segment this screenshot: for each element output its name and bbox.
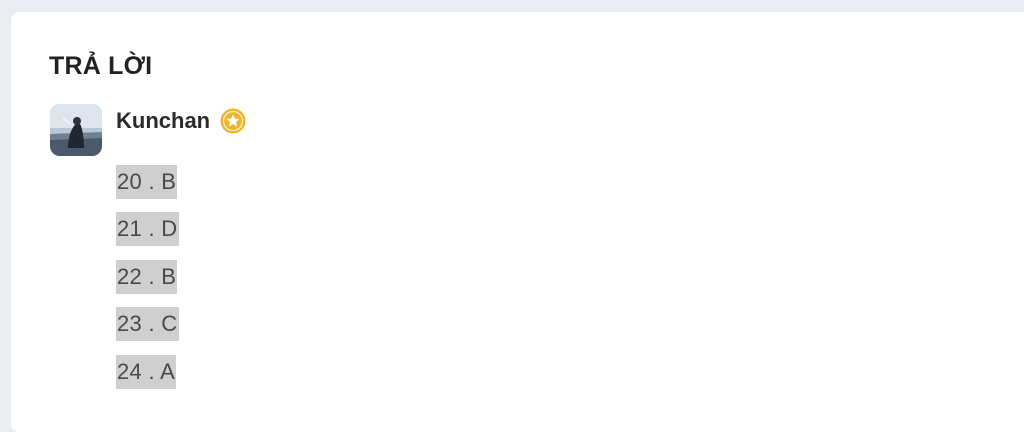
- answer-content: 20 . B 21 . D 22 . B 23 . C 24 . A: [116, 158, 179, 396]
- answer-line: 23 . C: [116, 301, 179, 349]
- answer-line: 24 . A: [116, 348, 179, 396]
- answer-line: 21 . D: [116, 206, 179, 254]
- answer-text: 24 . A: [116, 354, 177, 389]
- answer-text: 20 . B: [116, 164, 178, 199]
- answer-card: TRẢ LỜI Kunchan 20 . B 21 . D 22 . B 23 …: [11, 12, 1024, 432]
- answer-line: 20 . B: [116, 158, 179, 206]
- author-row: Kunchan: [116, 106, 246, 136]
- answer-text: 21 . D: [116, 212, 179, 247]
- answer-line: 22 . B: [116, 253, 179, 301]
- avatar[interactable]: [50, 104, 102, 156]
- author-name[interactable]: Kunchan: [116, 108, 210, 134]
- avatar-image: [50, 104, 102, 156]
- answer-text: 22 . B: [116, 259, 178, 294]
- section-title: TRẢ LỜI: [49, 52, 153, 80]
- verified-star-icon: [220, 108, 246, 134]
- answer-text: 23 . C: [116, 307, 179, 342]
